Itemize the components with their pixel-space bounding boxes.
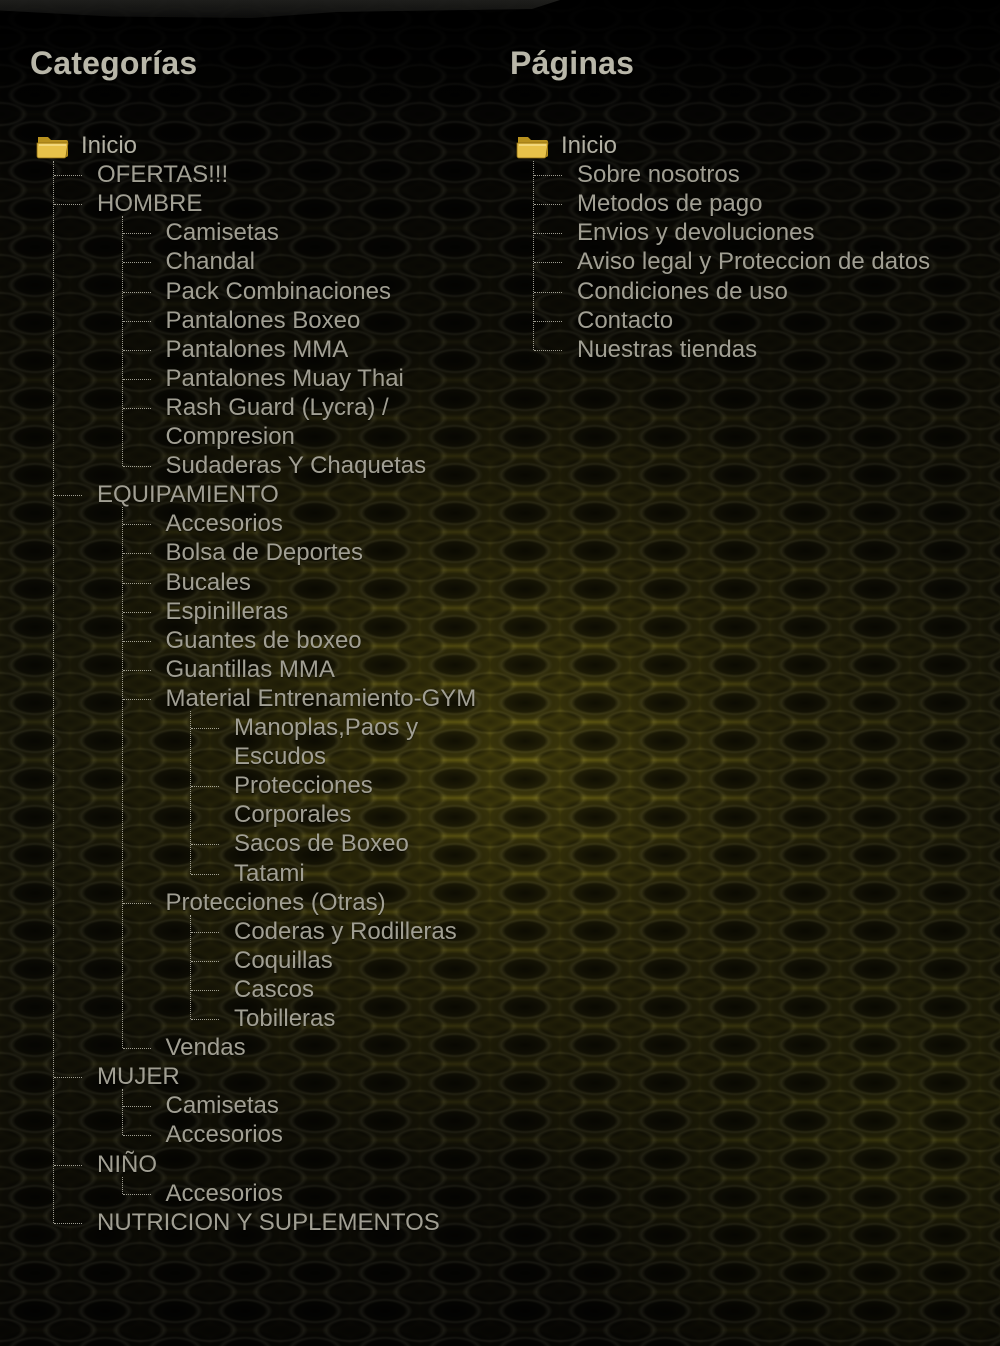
tree-connector (54, 495, 82, 497)
tree-connector (122, 1135, 151, 1137)
tree-connector (534, 291, 562, 293)
category-link-tobilleras[interactable]: Tobilleras (234, 1004, 335, 1033)
tree-trunk (121, 216, 123, 467)
page-link-metodos-de-pago[interactable]: Metodos de pago (577, 189, 762, 218)
tree-connector (122, 262, 151, 264)
category-link-accesorios[interactable]: Accesorios (166, 509, 283, 538)
tree-connector (191, 786, 219, 788)
tree-connector (54, 204, 82, 206)
category-link-manoplas-paos-y-escudos[interactable]: Escudos (234, 742, 326, 771)
category-link-protecciones-corporales[interactable]: Protecciones (234, 771, 373, 800)
category-link-coderas-y-rodilleras[interactable]: Coderas y Rodilleras (234, 917, 457, 946)
category-link-coquillas[interactable]: Coquillas (234, 946, 333, 975)
tree-connector (122, 320, 151, 322)
tree-connector (191, 1019, 219, 1020)
tree-connector (534, 175, 562, 177)
category-link-mujer[interactable]: MUJER (97, 1062, 180, 1091)
page-link-aviso-legal-y-proteccion-de-datos[interactable]: Aviso legal y Proteccion de datos (577, 247, 930, 276)
category-link-hombre[interactable]: HOMBRE (97, 189, 202, 218)
tree-connector (122, 669, 151, 671)
tree-connector (122, 553, 151, 555)
category-link-equipamiento[interactable]: EQUIPAMIENTO (97, 480, 279, 509)
page-root-link[interactable]: Inicio (561, 131, 617, 160)
page-link-envios-y-devoluciones[interactable]: Envios y devoluciones (577, 218, 814, 247)
category-link-manoplas-paos-y-escudos[interactable]: Manoplas,Paos y (234, 713, 418, 742)
tree-trunk (190, 914, 191, 1019)
category-link-protecciones-corporales[interactable]: Corporales (234, 800, 351, 829)
category-link-pantalones-muay-thai[interactable]: Pantalones Muay Thai (166, 364, 404, 393)
category-link-chandal[interactable]: Chandal (166, 247, 255, 276)
category-link-cascos[interactable]: Cascos (234, 975, 314, 1004)
tree-connector (122, 611, 151, 613)
category-link-protecciones-otras[interactable]: Protecciones (Otras) (166, 888, 386, 917)
tree-connector (191, 728, 219, 729)
tree-trunk (190, 711, 191, 874)
tree-connector (122, 902, 151, 904)
category-link-guantillas-mma[interactable]: Guantillas MMA (166, 655, 335, 684)
category-link-pantalones-boxeo[interactable]: Pantalones Boxeo (166, 306, 361, 335)
tree-connector (191, 931, 219, 933)
category-link-pantalones-mma[interactable]: Pantalones MMA (166, 335, 349, 364)
category-link-nino[interactable]: NIÑO (97, 1150, 157, 1179)
tree-connector (122, 582, 151, 584)
page-link-contacto[interactable]: Contacto (577, 306, 673, 335)
pages-tree: Inicio Sobre nosotros Metodos de pago Envio… (480, 0, 1000, 1300)
category-link-pack-combinaciones[interactable]: Pack Combinaciones (166, 277, 391, 306)
category-link-rash-guard-lycra-compresion[interactable]: Compresion (166, 422, 295, 451)
tree-connector (534, 233, 562, 235)
tree-trunk (121, 507, 123, 1049)
tree-connector (122, 349, 151, 351)
category-link-tatami[interactable]: Tatami (234, 859, 305, 888)
category-link-accesorios[interactable]: Accesorios (166, 1120, 283, 1149)
tree-connector (122, 1048, 151, 1050)
tree-connector (122, 291, 151, 293)
category-link-nutricion-y-suplementos[interactable]: NUTRICION Y SUPLEMENTOS (97, 1208, 440, 1237)
tree-connector (122, 698, 151, 700)
tree-trunk (121, 1089, 123, 1136)
tree-connector (534, 349, 562, 351)
category-link-sudaderas-y-chaquetas[interactable]: Sudaderas Y Chaquetas (166, 451, 427, 480)
category-link-material-entrenamiento-gym[interactable]: Material Entrenamiento-GYM (166, 684, 477, 713)
page-link-condiciones-de-uso[interactable]: Condiciones de uso (577, 277, 788, 306)
category-link-espinilleras[interactable]: Espinilleras (166, 597, 289, 626)
category-link-camisetas[interactable]: Camisetas (166, 218, 279, 247)
tree-connector (534, 204, 562, 206)
category-link-bolsa-de-deportes[interactable]: Bolsa de Deportes (166, 538, 363, 567)
tree-connector (534, 320, 562, 322)
tree-connector (54, 1164, 82, 1166)
category-link-ofertas[interactable]: OFERTAS!!! (97, 160, 228, 189)
tree-connector (191, 989, 219, 991)
category-link-camisetas[interactable]: Camisetas (166, 1091, 279, 1120)
tree-connector (122, 407, 151, 409)
category-link-accesorios[interactable]: Accesorios (166, 1179, 283, 1208)
tree-connector (191, 960, 219, 962)
tree-trunk (533, 161, 534, 350)
tree-connector (122, 233, 151, 235)
tree-connector (54, 1222, 82, 1224)
page-link-nuestras-tiendas[interactable]: Nuestras tiendas (577, 335, 757, 364)
tree-connector (54, 1077, 82, 1079)
tree-connector (122, 640, 151, 642)
tree-connector (534, 262, 562, 264)
tree-connector (54, 175, 82, 177)
categories-tree: Inicio OFERTAS!!! HOMBRE Camisetas Chandal Pa… (0, 0, 500, 1300)
category-link-sacos-de-boxeo[interactable]: Sacos de Boxeo (234, 829, 409, 858)
category-link-guantes-de-boxeo[interactable]: Guantes de boxeo (166, 626, 362, 655)
category-link-vendas[interactable]: Vendas (166, 1033, 246, 1062)
tree-connector (191, 844, 219, 846)
category-root-link[interactable]: Inicio (81, 131, 137, 160)
tree-connector (122, 466, 151, 468)
folder-icon (516, 131, 550, 159)
tree-connector (122, 1106, 151, 1108)
category-link-rash-guard-lycra-compresion[interactable]: Rash Guard (Lycra) / (166, 393, 389, 422)
tree-trunk (53, 161, 54, 1223)
page-link-sobre-nosotros[interactable]: Sobre nosotros (577, 160, 740, 189)
tree-connector (122, 1193, 151, 1195)
category-link-bucales[interactable]: Bucales (166, 568, 251, 597)
folder-icon (36, 131, 70, 159)
tree-connector (122, 524, 151, 526)
tree-trunk (121, 1176, 123, 1194)
tree-connector (122, 378, 151, 380)
tree-connector (191, 873, 219, 875)
